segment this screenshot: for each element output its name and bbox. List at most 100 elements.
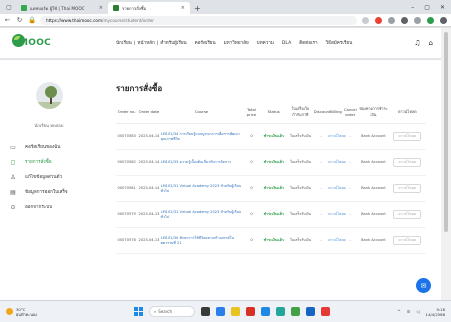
nav-item-courses[interactable]: คอร์สเรียน <box>195 40 216 47</box>
address-bar[interactable]: https://www.thaimooc.com /mycourse/stude… <box>40 15 357 25</box>
nav-item-student[interactable]: นักเรียน <box>116 40 132 47</box>
sidebar-item-edit-profile[interactable]: ♙ แก้ไขข้อมูลส่วนตัว <box>0 170 98 185</box>
word-app-icon[interactable] <box>306 307 315 316</box>
taskbar-search[interactable]: ⌕ Search <box>149 306 195 317</box>
download-button[interactable]: ดาวน์โหลด <box>393 158 422 167</box>
sidebar-item-receipt-info[interactable]: ▤ ข้อมูลการออกใบเสร็จ <box>0 185 98 200</box>
chevron-up-icon[interactable]: ^ <box>397 309 401 314</box>
download-button[interactable]: ดาวน์โหลด <box>393 210 422 219</box>
close-tab-icon[interactable]: × <box>99 5 103 11</box>
favorites-icon[interactable] <box>414 16 421 24</box>
column-header: Billing <box>330 109 342 114</box>
sidebar-item-label: แก้ไขข้อมูลส่วนตัว <box>25 175 63 180</box>
extension-icons <box>362 16 447 24</box>
course-link[interactable]: LM102/33 ความรู้เบื้องต้นเกี่ยวกับการจัด… <box>161 160 243 165</box>
status-badge: ชำระเงินแล้ว <box>263 186 284 190</box>
download-button[interactable]: ดาวน์โหลด <box>393 132 422 141</box>
download-button[interactable]: ดาวน์โหลด <box>393 184 422 193</box>
order-number: 00070583 <box>117 134 136 138</box>
taskbar: 30°C ฝนฟ้าคะนอง ⌕ Search ^ ≋ ◁ 9:18 14/4… <box>0 300 451 322</box>
discount: - <box>320 160 322 164</box>
split-screen-icon[interactable] <box>401 16 408 24</box>
notification-icon[interactable]: ♫ <box>414 39 420 47</box>
file-explorer-icon[interactable] <box>231 307 240 316</box>
course-link[interactable]: LM102/34 การเรียนรู้แบบบูรณาการเพื่อการพ… <box>161 132 243 142</box>
table-header: Order no. Order date Course Total price … <box>116 100 426 124</box>
order-number: 00070578 <box>117 238 136 242</box>
column-header: Cancel order <box>343 106 357 117</box>
logo-text: MOOC <box>19 38 52 48</box>
close-window-icon[interactable]: ✕ <box>440 4 445 11</box>
page-scrollbar[interactable] <box>441 28 451 300</box>
wifi-icon[interactable]: ≋ <box>407 309 411 314</box>
sidebar-item-label: ออกจากระบบ <box>25 205 53 210</box>
course-link[interactable]: LM102/31 Virtual Academy 2023 สำหรับผู้เ… <box>161 210 243 220</box>
download-button[interactable]: ดาวน์โหลด <box>393 236 422 245</box>
clock[interactable]: 9:18 14/4/2566 <box>426 307 445 317</box>
table-row: 00070578 2023-04-13 LM102/30 ทักษะการใช้… <box>116 228 426 254</box>
thaimooc-logo[interactable]: MOOC <box>12 33 52 53</box>
sidebar-item-my-courses[interactable]: ▭ คอร์สเรียนของฉัน <box>0 140 98 155</box>
column-header: Order date <box>138 109 160 114</box>
receipt-type: ใบเสร็จรับเงิน <box>289 160 312 164</box>
user-icon: ♙ <box>10 174 16 181</box>
course-link[interactable]: LM102/31 Virtual Academy 2023 สำหรับผู้เ… <box>161 184 243 194</box>
cancel-order: - <box>349 134 351 138</box>
url-host: https://www.thaimooc.com <box>46 17 103 23</box>
maximize-icon[interactable]: ▢ <box>424 4 430 11</box>
line-app-icon[interactable] <box>291 307 300 316</box>
payment-channel: Bank Account <box>361 160 386 164</box>
back-icon[interactable]: ← <box>4 16 11 24</box>
receipt-icon: ▤ <box>10 189 16 196</box>
read-aloud-icon[interactable] <box>388 16 395 24</box>
table-row: 00070579 2023-04-13 LM102/31 Virtual Aca… <box>116 202 426 228</box>
course-link[interactable]: LM102/30 ทักษะการใช้ชีวิตอย่างสร้างสรรค์… <box>161 236 243 246</box>
sidebar-item-orders[interactable]: ◻ รายการสั่งซื้อ <box>0 155 98 170</box>
table-row: 00070582 2023-04-14 LM102/33 ความรู้เบื้… <box>116 150 426 176</box>
order-number: 00070582 <box>117 160 136 164</box>
nav-item-university[interactable]: มหาวิทยาลัย <box>224 40 249 47</box>
url-path: /mycourse/student/order <box>102 17 155 23</box>
search-icon: ⌕ <box>154 309 157 314</box>
nav-item-dla[interactable]: DLA <box>282 41 291 46</box>
acrobat-icon[interactable] <box>321 307 330 316</box>
nav-item-home[interactable]: หน้าหลัก <box>137 40 154 47</box>
scrollbar-thumb[interactable] <box>444 32 448 232</box>
profile-icon[interactable] <box>427 16 434 24</box>
clock-date: 14/4/2566 <box>425 311 445 317</box>
total-price: 0 <box>250 212 253 216</box>
sidebar-item-logout[interactable]: ⊙ ออกจากระบบ <box>0 200 98 215</box>
table-row: 00070581 2023-04-14 LM102/31 Virtual Aca… <box>116 176 426 202</box>
edge-icon[interactable] <box>261 307 270 316</box>
more-menu-icon[interactable] <box>440 16 447 24</box>
task-view-icon[interactable] <box>201 307 210 316</box>
weather-icon <box>6 308 13 315</box>
store-icon[interactable] <box>276 307 285 316</box>
tab-label: รายการสั่งซื้อ <box>122 5 147 11</box>
zoom-app-icon[interactable] <box>216 307 225 316</box>
cart-icon[interactable]: ⌂ <box>429 39 433 47</box>
weather-desc: ฝนฟ้าคะนอง <box>16 311 37 317</box>
browser-tab[interactable]: แดชบอร์ด ผู้ใช้ | Thai MOOC × <box>16 2 108 14</box>
sidebar-item-label: รายการสั่งซื้อ <box>25 160 52 165</box>
nav-item-articles[interactable]: บทความ <box>257 40 274 47</box>
new-tab-button[interactable]: + <box>194 4 201 14</box>
extension-icon[interactable] <box>375 16 382 24</box>
nav-item-how-to-enroll[interactable]: วิธีสมัครเรียน <box>326 40 353 47</box>
windows-start-icon[interactable] <box>134 307 143 316</box>
chrome-icon[interactable] <box>246 307 255 316</box>
lock-icon[interactable]: 🔒 <box>28 16 36 24</box>
book-icon: ▭ <box>10 144 16 151</box>
key-icon[interactable] <box>362 16 369 24</box>
window-menu-icon[interactable]: ▢ <box>4 2 14 12</box>
minimize-icon[interactable]: – <box>411 4 414 11</box>
reload-icon[interactable]: ↻ <box>16 16 23 24</box>
weather-widget[interactable]: 30°C ฝนฟ้าคะนอง <box>6 307 37 317</box>
close-tab-icon[interactable]: × <box>181 5 185 11</box>
browser-tab-active[interactable]: รายการสั่งซื้อ × <box>108 2 190 14</box>
nav-item-for-learners[interactable]: สำหรับผู้เรียน <box>160 40 186 47</box>
tab-favicon-icon <box>113 5 119 11</box>
nav-item-contact[interactable]: ติดต่อเรา <box>299 40 317 47</box>
chat-button[interactable]: ✉ <box>416 278 431 293</box>
volume-icon[interactable]: ◁ <box>416 309 419 314</box>
